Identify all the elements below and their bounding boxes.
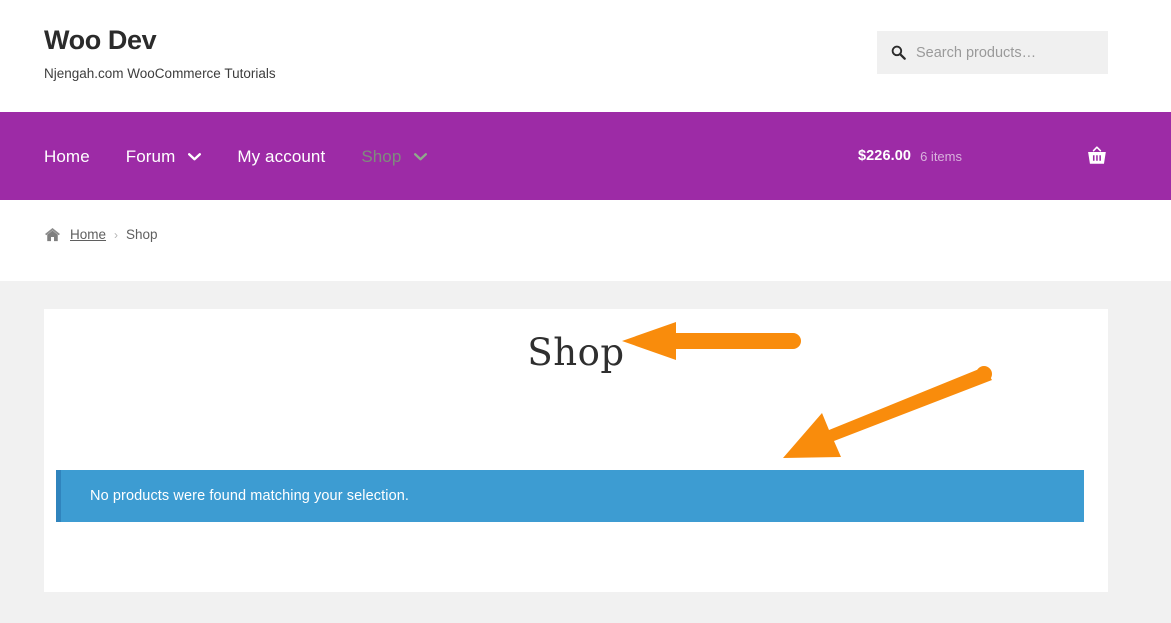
chevron-down-icon[interactable] [188,153,202,161]
cart-area[interactable]: $226.00 6 items [858,112,1108,200]
shop-content-card: Shop No products were found matching you… [44,309,1108,592]
nav-item-forum[interactable]: Forum [126,112,202,200]
no-products-notice: No products were found matching your sel… [56,470,1084,522]
site-title[interactable]: Woo Dev [44,25,276,56]
primary-navigation: Home Forum My account Shop $226.00 6 ite… [0,112,1171,200]
notice-text: No products were found matching your sel… [90,488,410,504]
nav-link-shop[interactable]: Shop [361,148,401,165]
content-area: Shop No products were found matching you… [0,281,1171,623]
nav-link-forum[interactable]: Forum [126,148,176,165]
home-icon[interactable] [44,227,61,242]
product-search-form[interactable] [877,31,1108,74]
cart-item-count: 6 items [920,148,962,164]
search-icon [891,45,906,60]
nav-menu: Home Forum My account Shop [44,112,463,200]
site-branding: Woo Dev Njengah.com WooCommerce Tutorial… [44,25,276,82]
breadcrumb: Home › Shop [0,200,158,242]
site-header: Woo Dev Njengah.com WooCommerce Tutorial… [0,0,1171,112]
breadcrumb-separator: › [114,227,119,242]
page-title: Shop [527,331,625,374]
breadcrumb-link-home[interactable]: Home [70,227,106,242]
chevron-down-icon[interactable] [414,153,428,161]
nav-item-home[interactable]: Home [44,112,90,200]
shopping-basket-icon[interactable] [1086,145,1108,167]
nav-item-shop[interactable]: Shop [361,112,428,200]
nav-link-home[interactable]: Home [44,148,90,165]
breadcrumb-bar: Home › Shop [0,200,1171,281]
nav-link-my-account[interactable]: My account [237,148,325,165]
site-description: Njengah.com WooCommerce Tutorials [44,65,276,81]
nav-item-my-account[interactable]: My account [237,112,325,200]
search-input[interactable] [916,44,1094,61]
cart-total: $226.00 [857,148,912,164]
breadcrumb-current: Shop [126,227,158,242]
